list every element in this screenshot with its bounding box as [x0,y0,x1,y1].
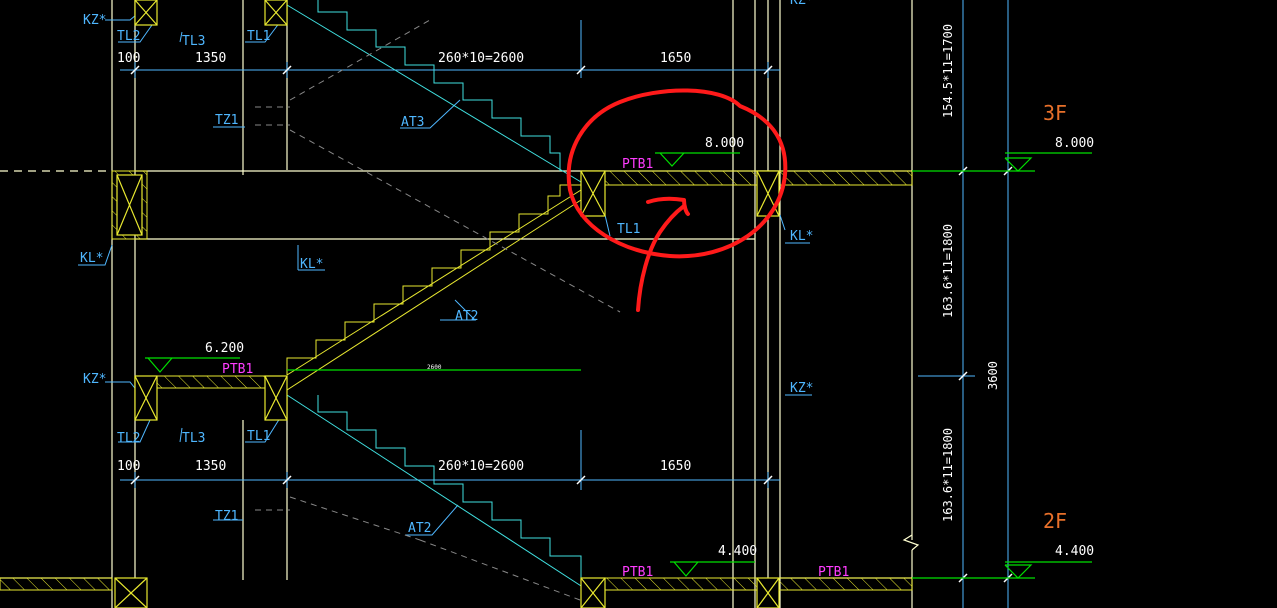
label-elev-8000-landing: 8.000 [705,136,744,151]
drawing-labels: KZ* KZ* TL2 TL3 TL1 100 1350 260*10=2600… [80,0,1094,580]
label-tl2-top: TL2 [117,29,140,44]
label-dim-flight-bottom: 260*10=2600 [438,459,524,474]
wall-lines [0,0,913,608]
label-kz-top-left: KZ* [83,13,106,28]
label-floor-3f: 3F [1043,101,1067,125]
label-dim-1350-bottom: 1350 [195,459,226,474]
label-kz-mid-left: KZ* [83,372,106,387]
label-riser-top: 154.5*11=1700 [941,24,955,118]
stair-section-drawing: KZ* KZ* TL2 TL3 TL1 100 1350 260*10=2600… [0,0,1094,608]
label-ptb1-mid: PTB1 [222,362,253,377]
label-dim-flight-top: 260*10=2600 [438,51,524,66]
label-ptb1-lower-a: PTB1 [622,565,653,580]
flight-at2-upper [286,184,582,391]
flight-at2-lower [286,394,596,596]
label-kl-mid: KL* [300,257,323,272]
label-at2-lower: AT2 [408,521,431,536]
label-dim-2600-small: 2600 [427,364,442,371]
label-tz1-top: TZ1 [215,113,238,128]
label-dim-1650-top: 1650 [660,51,691,66]
label-kz-top-right: KZ* [790,0,813,8]
dashed-lines [255,19,621,601]
label-dim-100-top: 100 [117,51,140,66]
label-kz-mid-right: KZ* [790,381,813,396]
label-dim-1350-top: 1350 [195,51,226,66]
label-ptb1-lower-b: PTB1 [818,565,849,580]
label-elev-4400-landing: 4.400 [718,544,757,559]
label-tl1-top: TL1 [247,29,270,44]
label-ptb1-upper: PTB1 [622,157,653,172]
label-tl1-landing: TL1 [617,222,640,237]
label-kl-left: KL* [80,251,103,266]
dimension-ticks [130,65,1013,583]
label-tl3-bottom: TL3 [182,431,205,446]
label-at3: AT3 [401,115,424,130]
label-at2-upper: AT2 [455,309,478,324]
label-floor-2f: 2F [1043,509,1067,533]
label-riser-bottom: 163.6*11=1800 [941,428,955,522]
label-dim-100-bottom: 100 [117,459,140,474]
label-elev-6200: 6.200 [205,341,244,356]
label-tz1-bottom: TZ1 [215,509,238,524]
label-dim-1650-bottom: 1650 [660,459,691,474]
label-tl3-top: TL3 [182,34,205,49]
label-kl-right: KL* [790,229,813,244]
label-tl2-bottom: TL2 [117,431,140,446]
break-symbol [902,534,920,551]
flight-at3 [286,0,582,183]
label-riser-mid: 163.6*11=1800 [941,224,955,318]
label-storey-height: 3600 [986,361,1000,390]
label-floor-2f-elev: 4.400 [1055,544,1094,559]
label-tl1-bottom: TL1 [247,429,270,444]
label-floor-3f-elev: 8.000 [1055,136,1094,151]
